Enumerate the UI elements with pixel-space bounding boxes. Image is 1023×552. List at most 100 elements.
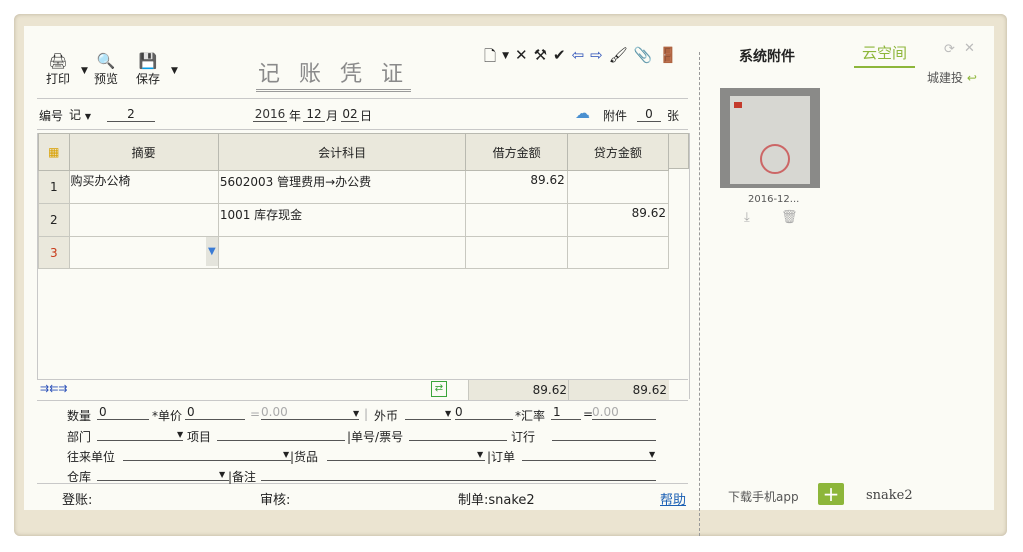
maker-label: 制单:snake2 (458, 493, 535, 508)
year-input[interactable]: 2016 (253, 107, 287, 122)
preview-button[interactable]: 🔍 预览 (94, 52, 118, 87)
price-input[interactable]: 0 (185, 405, 245, 420)
add-button[interactable]: + (818, 483, 844, 505)
total-debit: 89.62 (468, 380, 569, 400)
row-number: 1 (38, 170, 70, 204)
separator: | (364, 407, 369, 421)
order-label: |订单 (487, 450, 516, 464)
previous-icon[interactable]: ⇦ (572, 46, 585, 71)
download-icon[interactable]: ⤓ (744, 210, 750, 225)
voucher-type-value: 记 (69, 108, 82, 122)
debit-cell[interactable] (465, 203, 568, 237)
current-user: snake2 (866, 488, 913, 503)
voucher-number-input[interactable]: 2 (107, 107, 155, 122)
new-icon[interactable]: 🗋 (484, 46, 496, 71)
refresh-icon[interactable]: ⟳ (944, 42, 955, 57)
debit-cell[interactable] (465, 236, 568, 269)
foreign-amount-field[interactable]: 0.00 (592, 405, 656, 420)
new-dropdown-icon[interactable]: ▼ (502, 46, 509, 71)
back-arrow-icon: ↩ (966, 71, 977, 85)
goods-label-text: 货品 (294, 450, 319, 464)
row-insert-icons[interactable]: ⇉⇇⇉ (40, 382, 68, 395)
month-input[interactable]: 12 (303, 107, 325, 122)
quantity-label: 数量 (67, 409, 92, 423)
chevron-down-icon: ▼ (84, 112, 91, 121)
price-label: *单价 (152, 409, 183, 423)
year-label: 年 (289, 109, 302, 123)
attachment-icon[interactable]: 📎 (634, 46, 653, 71)
print-dropdown-icon[interactable]: ▼ (81, 66, 88, 76)
account-cell[interactable] (217, 236, 467, 269)
row-number: 2 (38, 203, 70, 237)
credit-cell[interactable]: 89.62 (566, 203, 670, 237)
credit-cell[interactable] (566, 236, 670, 269)
bill-label: |单号/票号 (347, 430, 404, 444)
account-cell[interactable]: 1001 库存现金 (217, 203, 467, 237)
summary-cell[interactable]: 购买办公椅 (68, 170, 219, 204)
order-number-input[interactable] (552, 426, 656, 441)
counterparty-select[interactable] (123, 446, 291, 461)
save-dropdown-icon[interactable]: ▼ (171, 66, 178, 76)
warehouse-select[interactable] (97, 466, 229, 481)
delete-icon[interactable]: ✕ (515, 46, 528, 71)
equals-label: = (250, 407, 261, 421)
bill-input[interactable] (409, 426, 507, 441)
summary-dropdown-icon[interactable]: ▼ (205, 237, 218, 266)
summary-cell[interactable] (68, 203, 219, 237)
counterparty-label: 往来单位 (67, 450, 116, 464)
note-label-text: 备注 (232, 470, 257, 484)
add-row-icon[interactable]: ▦ (38, 133, 70, 171)
download-app-link[interactable]: 下载手机app (728, 488, 799, 505)
amount-dropdown-icon[interactable]: ▼ (353, 409, 359, 418)
save-button[interactable]: 💾 保存 (136, 52, 160, 87)
next-icon[interactable]: ⇨ (590, 46, 603, 71)
foreign-value-input[interactable]: 0 (455, 405, 513, 420)
attachment-count-input[interactable]: 0 (637, 107, 661, 122)
quantity-value: 0 (99, 405, 107, 419)
order-dropdown-icon[interactable]: ▼ (649, 450, 655, 459)
receipt-mark (734, 102, 742, 108)
rate-input[interactable]: 1 (551, 405, 581, 420)
department-dropdown-icon[interactable]: ▼ (177, 430, 183, 439)
trash-icon[interactable]: 🗑 (781, 210, 798, 225)
counterparty-dropdown-icon[interactable]: ▼ (283, 450, 289, 459)
tools-icon[interactable]: ⚒ (534, 46, 547, 71)
number-label: 编号 (39, 109, 64, 123)
warehouse-dropdown-icon[interactable]: ▼ (219, 470, 225, 479)
amount-value: 0.00 (261, 405, 288, 419)
goods-select[interactable] (327, 446, 485, 461)
credit-cell[interactable] (566, 170, 670, 204)
exit-icon[interactable]: 🚪 (658, 46, 677, 71)
help-link[interactable]: 帮助 (660, 489, 686, 508)
debit-cell[interactable]: 89.62 (465, 170, 568, 204)
order-select[interactable] (522, 446, 656, 461)
close-icon[interactable]: ✕ (964, 41, 975, 56)
tab-system-attachments[interactable]: 系统附件 (739, 46, 795, 66)
currency-dropdown-icon[interactable]: ▼ (445, 409, 451, 418)
print-button[interactable]: 🖨 打印 (46, 52, 70, 87)
project-select[interactable] (217, 426, 345, 441)
auxiliary-fields: 数量 0 *单价 0 = 0.00 ▼ | 外币 ▼ 0 *汇率 1 = 0.0… (37, 399, 688, 484)
receipt-image (730, 96, 810, 184)
department-select[interactable] (97, 426, 183, 441)
goods-dropdown-icon[interactable]: ▼ (477, 450, 483, 459)
note-input[interactable] (261, 466, 656, 481)
day-input[interactable]: 02 (341, 107, 359, 122)
brush-icon[interactable]: 🖌 (609, 46, 628, 71)
account-cell[interactable]: 5602003 管理费用→办公费 (217, 170, 467, 204)
project-label: 项目 (187, 430, 212, 444)
attachment-thumbnail[interactable] (720, 88, 820, 188)
bill-label-text: 单号/票号 (351, 430, 404, 444)
voucher-type-select[interactable]: 记 ▼ (69, 106, 91, 123)
user-short-link[interactable]: 城建投 ↩ (927, 69, 977, 86)
swap-icon[interactable]: ⇄ (431, 381, 447, 397)
audit-label: 审核: (260, 493, 291, 508)
tab-cloud-space[interactable]: 云空间 (854, 42, 916, 68)
check-icon[interactable]: ✔ (553, 46, 566, 71)
amount-field[interactable]: 0.00 (261, 405, 359, 420)
cloud-upload-icon[interactable]: ☁ (575, 104, 590, 122)
preview-label: 预览 (94, 72, 119, 86)
summary-cell[interactable]: ▼ (68, 236, 219, 269)
quantity-input[interactable]: 0 (97, 405, 149, 420)
rate-label: *汇率 (515, 409, 546, 423)
